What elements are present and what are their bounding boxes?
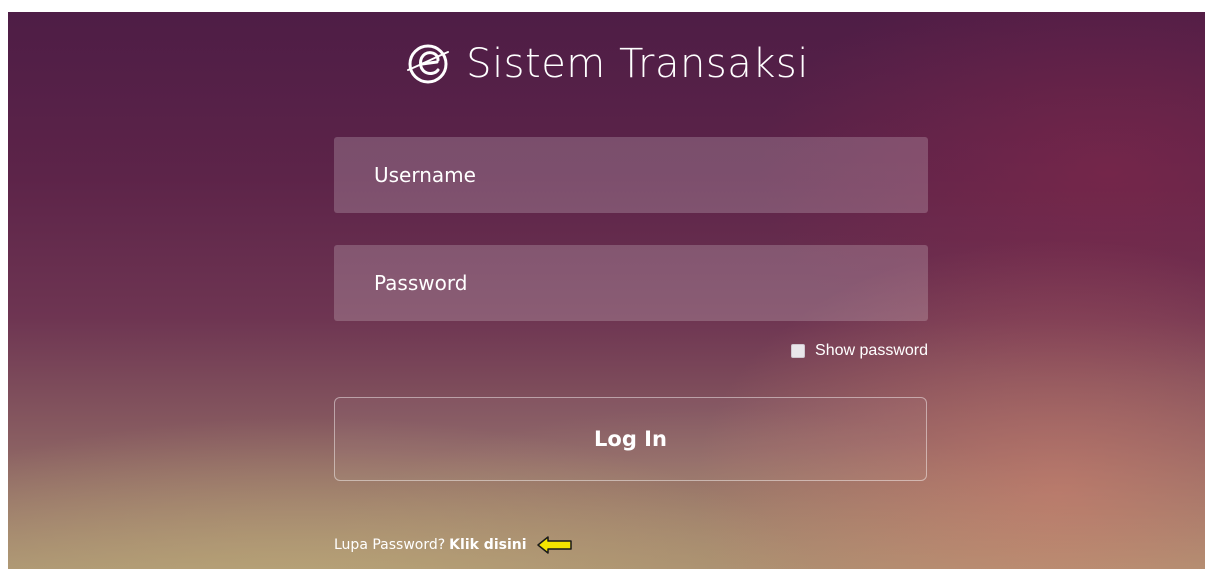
- show-password-toggle[interactable]: Show password: [791, 342, 928, 360]
- password-input[interactable]: [374, 271, 888, 295]
- login-button[interactable]: Log In: [334, 397, 927, 481]
- password-field[interactable]: [334, 245, 928, 321]
- login-background: Sistem Transaksi Show password Log In Lu…: [8, 12, 1205, 569]
- left-arrow-icon: [536, 536, 573, 554]
- username-field[interactable]: [334, 137, 928, 213]
- show-password-label: Show password: [815, 342, 928, 359]
- forgot-password-prompt: Lupa Password?: [334, 537, 446, 553]
- app-title: Sistem Transaksi: [466, 41, 809, 87]
- forgot-password-row: Lupa Password? Klik disini: [334, 536, 573, 554]
- username-input[interactable]: [374, 163, 888, 187]
- forgot-password-link[interactable]: Klik disini: [449, 537, 526, 553]
- login-button-label: Log In: [594, 427, 667, 451]
- e-globe-logo-icon: [404, 40, 452, 88]
- show-password-checkbox[interactable]: [791, 344, 806, 358]
- app-header: Sistem Transaksi: [8, 36, 1205, 92]
